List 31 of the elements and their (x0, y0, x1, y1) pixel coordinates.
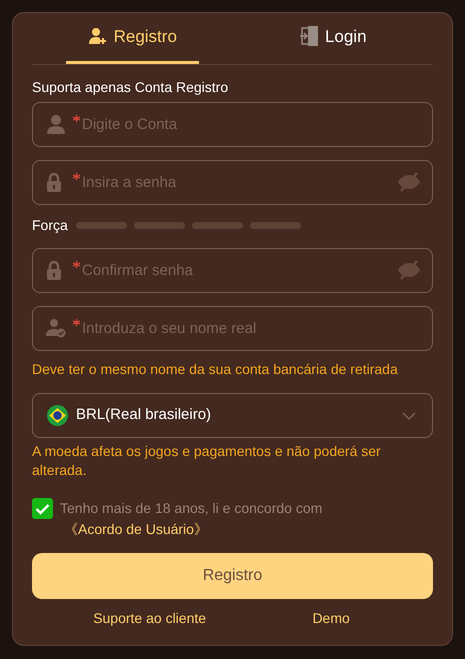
input-field[interactable]: Digite o Conta (32, 102, 433, 147)
strength-label: Força (32, 216, 68, 235)
currency-select[interactable]: BRL(Real brasileiro) (32, 393, 433, 438)
door-icon (298, 25, 319, 49)
required-icon (73, 319, 80, 326)
required-icon (73, 261, 80, 268)
input-field[interactable]: Confirmar senha (32, 248, 433, 293)
footer-link[interactable]: Suporte ao cliente (93, 608, 206, 629)
flag-icon (47, 405, 68, 426)
user-check-icon (46, 318, 66, 338)
agreement-text: Tenho mais de 18 anos, li e concordo com (60, 500, 322, 516)
input-field[interactable]: Insira a senha (32, 160, 433, 205)
check-icon (35, 502, 50, 514)
tab[interactable]: Registro (66, 13, 199, 64)
input-field[interactable]: Introduza o seu nome real (32, 306, 433, 351)
eye-off-icon[interactable] (397, 260, 421, 280)
tab[interactable]: Login (276, 13, 389, 64)
notice-text: Suporta apenas Conta Registro (32, 78, 230, 96)
required-icon (73, 173, 80, 180)
hint-text: A moeda afeta os jogos e pagamentos e não poderá ser alterada. (32, 442, 382, 480)
checkbox[interactable] (32, 498, 53, 519)
required-icon (73, 115, 80, 122)
lock-icon (46, 172, 62, 192)
user-icon (46, 114, 66, 134)
hint-text: Deve ter o mesmo nome da sua conta bancária de retirada (32, 360, 399, 379)
eye-off-icon[interactable] (397, 172, 421, 192)
register-button[interactable]: Registro (32, 553, 433, 599)
chevron-down-icon (402, 412, 416, 420)
footer-link[interactable]: Demo (312, 608, 350, 629)
lock-icon (46, 260, 62, 280)
agreement-link[interactable]: 《Acordo de Usuário》 (64, 521, 208, 537)
